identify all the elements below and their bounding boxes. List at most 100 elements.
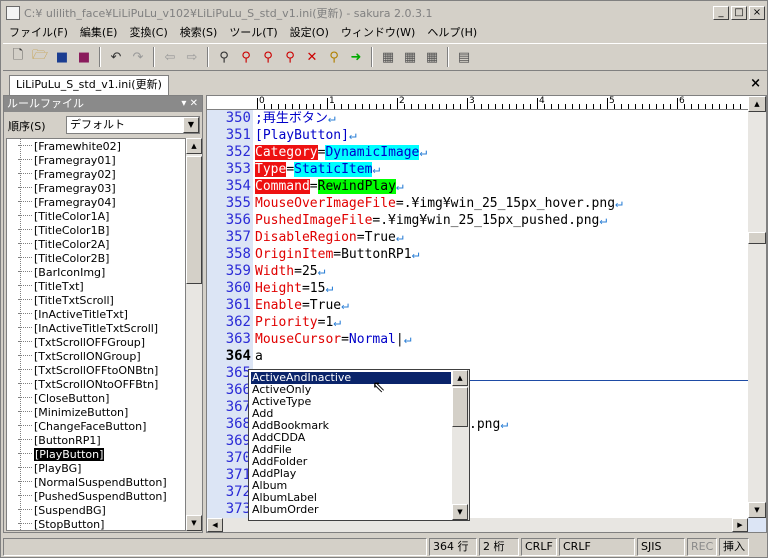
scroll-up-icon[interactable]: ▲ xyxy=(186,138,202,154)
save-icon[interactable]: ■ xyxy=(51,46,73,68)
tab-document[interactable]: LiLiPuLu_S_std_v1.ini(更新) xyxy=(9,75,169,95)
rule-list-item[interactable]: [StopButton] xyxy=(7,518,104,530)
line-number: 367 xyxy=(225,399,251,415)
scroll-thumb[interactable] xyxy=(748,232,766,244)
scroll-right-icon[interactable]: ▶ xyxy=(732,518,748,532)
ruler-tick xyxy=(572,104,573,109)
code-equals: = xyxy=(286,162,295,177)
rule-list-item[interactable]: [BarIconImg] xyxy=(7,266,105,280)
code-line: Enable=True↵ xyxy=(255,297,349,314)
status-bar: 364 行 2 桁 CRLF CRLF SJIS REC 挿入 xyxy=(3,537,767,557)
autocomplete-scrollbar[interactable]: ▲ ▼ xyxy=(452,370,469,520)
rule-list-item[interactable]: [TxtScrollOFFtoONBtn] xyxy=(7,364,158,378)
order-select[interactable]: デフォルト ▼ xyxy=(66,116,200,134)
window-tile-icon[interactable]: ▦ xyxy=(399,46,421,68)
rule-list-item[interactable]: [TitleTxt] xyxy=(7,280,84,294)
rule-list-item[interactable]: [TxtScrollONGroup] xyxy=(7,350,141,364)
rule-list-item[interactable]: [InActiveTitleTxt] xyxy=(7,308,128,322)
scroll-up-icon[interactable]: ▲ xyxy=(748,96,766,112)
menu-window[interactable]: ウィンドウ(W) xyxy=(335,24,421,40)
menu-tools[interactable]: ツール(T) xyxy=(223,24,283,40)
code-line: ;再生ボタン↵ xyxy=(255,110,336,127)
clear-mark-icon[interactable]: ✕ xyxy=(301,46,323,68)
grep-icon[interactable]: ⚲ xyxy=(323,46,345,68)
rule-list-item[interactable]: [InActiveTitleTxtScroll] xyxy=(7,322,158,336)
rule-list-item[interactable]: [TitleColor2A] xyxy=(7,238,109,252)
replace-icon[interactable]: ⚲ xyxy=(279,46,301,68)
rule-list-item[interactable]: [MinimizeButton] xyxy=(7,406,128,420)
editor-vertical-scrollbar[interactable]: ▲ ▼ xyxy=(748,96,766,518)
rule-list-item[interactable]: [ChangeFaceButton] xyxy=(7,420,146,434)
rule-list-item[interactable]: [SuspendBG] xyxy=(7,504,106,518)
menu-search[interactable]: 検索(S) xyxy=(174,24,224,40)
rule-list-item[interactable]: [Framegray04] xyxy=(7,196,116,210)
rule-list-item[interactable]: [ButtonRP1] xyxy=(7,434,101,448)
ruler-tick xyxy=(341,104,342,109)
code-equals: = xyxy=(301,281,310,296)
rule-tree[interactable]: [Framewhite02] [Framegray01] [Framegray02]… xyxy=(6,138,186,531)
rule-list-item[interactable]: [CloseButton] xyxy=(7,392,109,406)
app-window: C:¥ ulilith_face¥LiLiPuLu_v102¥LiLiPuLu_… xyxy=(0,0,768,558)
menu-convert[interactable]: 変換(C) xyxy=(123,24,173,40)
search-next-icon[interactable]: ⚲ xyxy=(257,46,279,68)
rule-list-item[interactable]: [NormalSuspendButton] xyxy=(7,476,167,490)
chevron-down-icon[interactable]: ▼ xyxy=(183,117,199,133)
undo-icon[interactable]: ↶ xyxy=(105,46,127,68)
maximize-button[interactable]: □ xyxy=(731,5,747,20)
close-button[interactable]: × xyxy=(749,5,765,20)
autocomplete-popup[interactable]: ActiveAndInactive ActiveOnly ActiveType Add… xyxy=(248,369,470,521)
rule-list-item[interactable]: [Framegray01] xyxy=(7,154,116,168)
code-key: Height xyxy=(255,281,302,296)
scroll-up-icon[interactable]: ▲ xyxy=(452,370,468,386)
jump-icon[interactable]: ➜ xyxy=(345,46,367,68)
rule-list-item[interactable]: [Framegray02] xyxy=(7,168,116,182)
redo-icon[interactable]: ↷ xyxy=(127,46,149,68)
panel-controls-icon[interactable]: ▾ ✕ xyxy=(181,96,198,112)
tab-close-icon[interactable]: × xyxy=(750,76,761,91)
rule-list-item[interactable]: [TitleTxtScroll] xyxy=(7,294,114,308)
panel-scrollbar[interactable]: ▲ ▼ xyxy=(186,138,202,531)
save-all-icon[interactable]: ■ xyxy=(73,46,95,68)
scroll-down-icon[interactable]: ▼ xyxy=(186,515,202,531)
menu-help[interactable]: ヘルプ(H) xyxy=(421,24,483,40)
new-file-icon[interactable]: 🗋 xyxy=(7,46,29,68)
menu-edit[interactable]: 編集(E) xyxy=(74,24,124,40)
scroll-thumb[interactable] xyxy=(186,156,202,284)
search-prev-icon[interactable]: ⚲ xyxy=(235,46,257,68)
scroll-left-icon[interactable]: ◀ xyxy=(207,518,223,532)
scroll-down-icon[interactable]: ▼ xyxy=(452,504,468,520)
rule-list-item[interactable]: [TxtScrollOFFGroup] xyxy=(7,336,145,350)
code-key: Category xyxy=(255,145,318,160)
scroll-thumb[interactable] xyxy=(452,387,468,427)
minimize-button[interactable]: _ xyxy=(713,5,729,20)
rule-list-item[interactable]: [TitleColor1A] xyxy=(7,210,109,224)
forward-icon[interactable]: ⇨ xyxy=(181,46,203,68)
scroll-down-icon[interactable]: ▼ xyxy=(748,502,766,518)
menu-settings[interactable]: 設定(O) xyxy=(284,24,335,40)
rule-list-item[interactable]: [PlayButton] xyxy=(7,448,105,462)
settings-icon[interactable]: ▤ xyxy=(453,46,475,68)
order-label: 順序(S) xyxy=(8,120,46,133)
open-folder-icon[interactable]: 🗁 xyxy=(29,46,51,68)
window-cascade-icon[interactable]: ▦ xyxy=(421,46,443,68)
search-icon[interactable]: ⚲ xyxy=(213,46,235,68)
rule-list-item[interactable]: [Framegray03] xyxy=(7,182,116,196)
line-number: 364 xyxy=(225,348,251,364)
rule-list-item[interactable]: [TitleColor2B] xyxy=(7,252,109,266)
tree-connector xyxy=(18,257,32,258)
line-number: 365 xyxy=(225,365,251,381)
back-icon[interactable]: ⇦ xyxy=(159,46,181,68)
menu-file[interactable]: ファイル(F) xyxy=(3,24,74,40)
code-line: Command=RewindPlay↵ xyxy=(255,178,404,195)
rule-list-item[interactable]: [Framewhite02] xyxy=(7,140,121,154)
panel-title-bar: ルールファイル ▾ ✕ xyxy=(4,96,202,112)
ruler-tick xyxy=(523,104,524,109)
rule-list-item[interactable]: [PushedSuspendButton] xyxy=(7,490,167,504)
return-mark-icon: ↵ xyxy=(395,179,404,194)
rule-list-item[interactable]: [TitleColor1B] xyxy=(7,224,109,238)
rule-list-item[interactable]: [PlayBG] xyxy=(7,462,81,476)
mouse-pointer-icon: ⇖ xyxy=(372,377,386,396)
rule-list-item[interactable]: [TxtScrollONtoOFFBtn] xyxy=(7,378,158,392)
autocomplete-item[interactable]: AlbumOrder xyxy=(252,504,319,516)
outline-icon[interactable]: ▦ xyxy=(377,46,399,68)
